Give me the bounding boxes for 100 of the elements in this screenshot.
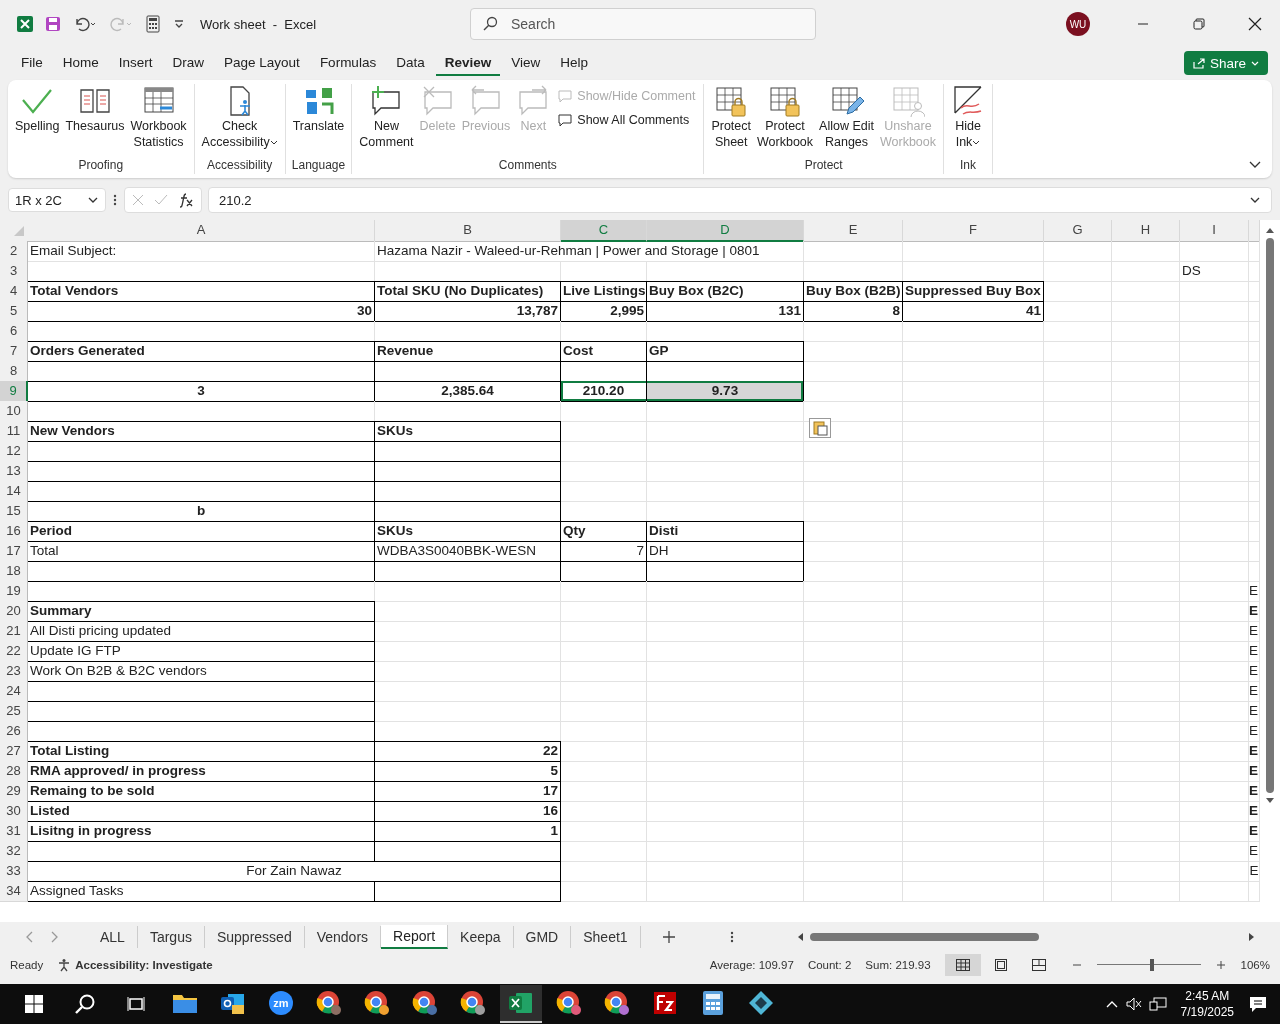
clock-time[interactable]: 2:45 AM: [1185, 988, 1230, 1004]
row-header[interactable]: 12: [0, 441, 28, 462]
row-header[interactable]: 7: [0, 341, 28, 362]
row-header[interactable]: 18: [0, 561, 28, 582]
row-header[interactable]: 17: [0, 541, 28, 562]
column-header[interactable]: A: [28, 220, 375, 242]
column-header[interactable]: C: [561, 220, 647, 242]
row-header[interactable]: 4: [0, 281, 28, 302]
ribbon-button[interactable]: New Comment: [356, 84, 417, 150]
ribbon-button[interactable]: Protect Workbook: [754, 84, 817, 150]
scrollbar-thumb[interactable]: [810, 933, 1039, 941]
column-header[interactable]: F: [903, 220, 1044, 242]
ribbon-tab[interactable]: View: [502, 50, 550, 76]
sheet-tab[interactable]: ALL: [88, 926, 138, 948]
ribbon-button[interactable]: Protect Sheet: [708, 84, 754, 150]
row-header[interactable]: 31: [0, 821, 28, 842]
chevron-up-icon[interactable]: [1104, 999, 1119, 1009]
sheet-tab[interactable]: GMD: [513, 926, 572, 948]
calculator-icon[interactable]: [144, 15, 162, 33]
restore-icon[interactable]: [1192, 17, 1206, 31]
sheet-tab[interactable]: Report: [381, 925, 449, 949]
ribbon-tab[interactable]: Insert: [109, 50, 162, 76]
ribbon-tab[interactable]: Home: [53, 50, 108, 76]
row-header[interactable]: 25: [0, 701, 28, 722]
ribbon-button[interactable]: Workbook Statistics: [127, 84, 190, 150]
row-header[interactable]: 29: [0, 781, 28, 802]
down-arrow-icon[interactable]: [1265, 797, 1275, 805]
row-header[interactable]: 8: [0, 361, 28, 382]
ribbon-button[interactable]: Hide Ink: [948, 84, 988, 150]
column-header[interactable]: D: [647, 220, 804, 242]
chevron-down-icon[interactable]: [87, 195, 99, 205]
row-header[interactable]: 30: [0, 801, 28, 822]
ribbon-button[interactable]: Allow Edit Ranges: [816, 84, 877, 150]
sheet-app-button[interactable]: [500, 985, 542, 1023]
row-header[interactable]: 5: [0, 301, 28, 322]
share-button[interactable]: Share: [1183, 51, 1268, 75]
ribbon-button[interactable]: Thesaurus: [62, 84, 128, 134]
row-header[interactable]: 20: [0, 601, 28, 622]
task-view-icon[interactable]: [126, 994, 146, 1014]
row-header[interactable]: 14: [0, 481, 28, 502]
zoom-in-icon[interactable]: [1214, 958, 1227, 971]
ribbon-button[interactable]: Check Accessibility: [198, 84, 281, 150]
function-icon[interactable]: [177, 192, 195, 208]
scrollbar-thumb[interactable]: [1266, 238, 1274, 793]
ribbon-tab[interactable]: Review: [435, 50, 501, 76]
start-icon[interactable]: [24, 994, 44, 1014]
network-icon[interactable]: [1148, 996, 1167, 1012]
row-header[interactable]: 16: [0, 521, 28, 542]
column-header[interactable]: G: [1044, 220, 1112, 242]
search-icon[interactable]: [74, 993, 96, 1015]
row-header[interactable]: 23: [0, 661, 28, 682]
search-field[interactable]: Search: [470, 8, 816, 40]
normal-view-button[interactable]: [944, 953, 981, 976]
row-header[interactable]: 21: [0, 621, 28, 642]
formula-input[interactable]: 210.2: [208, 187, 1272, 213]
accessibility-status[interactable]: Accessibility: Investigate: [57, 957, 213, 972]
row-header[interactable]: 11: [0, 421, 28, 442]
more-icon[interactable]: [112, 193, 118, 207]
more-icon[interactable]: [728, 930, 735, 944]
clock-date[interactable]: 7/19/2025: [1180, 1004, 1234, 1020]
chevron-down-icon[interactable]: [1248, 160, 1262, 170]
column-header[interactable]: B: [375, 220, 561, 242]
ribbon-tab[interactable]: Formulas: [310, 50, 386, 76]
up-arrow-icon[interactable]: [1265, 226, 1275, 234]
ribbon-tab[interactable]: Data: [387, 50, 434, 76]
chevron-down-icon[interactable]: [1249, 195, 1261, 205]
sheet-tab[interactable]: Targus: [137, 926, 205, 948]
row-header[interactable]: 3: [0, 261, 28, 282]
ribbon-tab[interactable]: Page Layout: [215, 50, 309, 76]
row-header[interactable]: 15: [0, 501, 28, 522]
user-avatar[interactable]: WU: [1066, 12, 1090, 36]
column-header[interactable]: I: [1180, 220, 1249, 242]
row-header[interactable]: 34: [0, 881, 28, 902]
sheet-tab[interactable]: Suppressed: [204, 926, 305, 948]
row-header[interactable]: 13: [0, 461, 28, 482]
muted-speaker-icon[interactable]: [1124, 996, 1143, 1012]
sheet-tab[interactable]: Keepa: [448, 926, 514, 948]
row-header[interactable]: 28: [0, 761, 28, 782]
ribbon-tab[interactable]: Draw: [163, 50, 214, 76]
row-header[interactable]: 26: [0, 721, 28, 742]
row-header[interactable]: 27: [0, 741, 28, 762]
row-header[interactable]: 32: [0, 841, 28, 862]
horizontal-scrollbar[interactable]: [796, 932, 1256, 942]
row-header[interactable]: 19: [0, 581, 28, 602]
notification-icon[interactable]: [1248, 995, 1268, 1013]
row-header[interactable]: 24: [0, 681, 28, 702]
right-arrow-icon[interactable]: [1248, 932, 1256, 942]
paste-options-icon[interactable]: [809, 418, 831, 438]
row-header[interactable]: 22: [0, 641, 28, 662]
column-header[interactable]: E: [804, 220, 903, 242]
sheet-tab[interactable]: Sheet1: [571, 926, 641, 948]
name-box[interactable]: 1R x 2C: [8, 188, 106, 212]
row-header[interactable]: 2: [0, 241, 28, 262]
close-icon[interactable]: [1248, 17, 1262, 31]
add-sheet-icon[interactable]: [660, 929, 677, 945]
column-header[interactable]: H: [1112, 220, 1180, 242]
ribbon-tab[interactable]: Help: [551, 50, 597, 76]
row-header[interactable]: 9: [0, 381, 28, 402]
left-arrow-icon[interactable]: [796, 932, 804, 942]
ribbon-button[interactable]: Translate: [289, 84, 348, 134]
